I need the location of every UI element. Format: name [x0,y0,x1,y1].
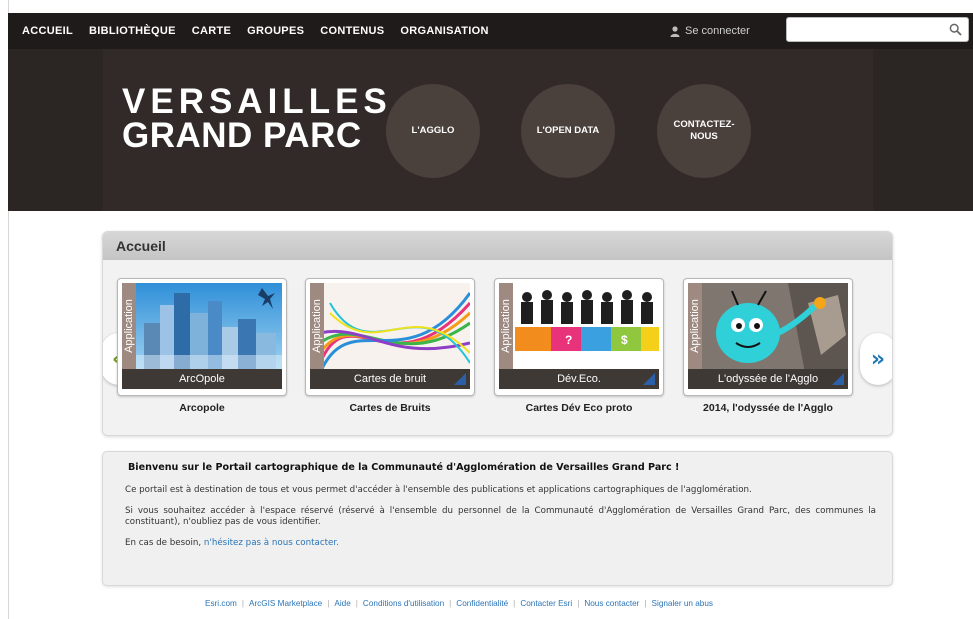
contact-button[interactable]: CONTACTEZ- NOUS [657,84,751,178]
thumbnail-caption: Dév.Eco. [499,369,659,389]
nav-links: ACCUEIL BIBLIOTHÈQUE CARTE GROUPES CONTE… [8,13,489,49]
application-label-strip: Application [688,283,702,369]
search-icon[interactable] [949,23,962,36]
search-box [786,17,969,42]
gallery-item-title[interactable]: 2014, l'odyssée de l'Agglo [673,402,863,414]
footer-link-contacter-esri[interactable]: Contacter Esri [520,599,572,608]
application-label-strip: Application [310,283,324,369]
gallery-item-odyssee[interactable]: Application L'odyssée de l'Agglo [683,278,853,396]
gallery-item-title[interactable]: Arcopole [107,402,297,414]
footer-link-confidentialite[interactable]: Confidentialité [456,599,508,608]
footer-link-marketplace[interactable]: ArcGIS Marketplace [249,599,322,608]
thumbnail-waves: Application Cartes de bruit [310,283,470,389]
footer-link-conditions[interactable]: Conditions d'utilisation [363,599,444,608]
gallery-item-title[interactable]: Cartes de Bruits [295,402,485,414]
logo-line-1: VERSAILLES [122,82,392,121]
search-input[interactable] [787,18,947,42]
open-data-button[interactable]: L'OPEN DATA [521,84,615,178]
gallery-item-arcopole[interactable]: Application ArcOpole [117,278,287,396]
svg-text:?: ? [565,333,572,347]
welcome-panel: Bienvenu sur le Portail cartographique d… [102,451,893,586]
thumbnail-caption: ArcOpole [122,369,282,389]
application-label-strip: Application [499,283,513,369]
caption-text: Dév.Eco. [557,373,601,385]
agglo-button[interactable]: L'AGGLO [386,84,480,178]
footer-links: Esri.com | ArcGIS Marketplace | Aide | Conditi… [205,599,713,608]
site-logo[interactable]: VERSAILLES GRAND PARC [122,82,392,155]
nav-link-contenus[interactable]: CONTENUS [320,25,384,37]
welcome-heading: Bienvenu sur le Portail cartographique d… [128,462,680,473]
footer-link-esri[interactable]: Esri.com [205,599,237,608]
thumbnail-caption: L'odyssée de l'Agglo [688,369,848,389]
gallery-panel: Accueil « [102,231,893,436]
gallery-item-cartes-de-bruit[interactable]: Application Cartes de bruit [305,278,475,396]
thumbnail-city: Application ArcOpole [122,283,282,389]
nav-link-groupes[interactable]: GROUPES [247,25,304,37]
sign-in-label: Se connecter [685,25,750,37]
nav-link-organisation[interactable]: ORGANISATION [400,25,488,37]
thumbnail-caption: Cartes de bruit [310,369,470,389]
nav-link-carte[interactable]: CARTE [192,25,231,37]
logo-line-2: GRAND PARC [122,116,362,155]
top-navigation: ACCUEIL BIBLIOTHÈQUE CARTE GROUPES CONTE… [8,13,973,49]
nav-link-accueil[interactable]: ACCUEIL [22,25,73,37]
gallery-title: Accueil [103,232,892,260]
svg-text:$: $ [621,333,628,347]
gallery-item-title[interactable]: Cartes Dév Eco proto [484,402,674,414]
caption-text: L'odyssée de l'Agglo [717,373,819,385]
application-label-strip: Application [122,283,136,369]
caption-text: ArcOpole [179,373,225,385]
contact-prefix: En cas de besoin, [125,537,204,548]
chevron-double-right-icon: » [870,346,886,372]
next-arrow-button[interactable]: » [860,333,892,385]
gallery-body: « [103,260,892,435]
footer-link-nous-contacter[interactable]: Nous contacter [584,599,639,608]
nav-link-bibliotheque[interactable]: BIBLIOTHÈQUE [89,25,176,37]
footer-link-aide[interactable]: Aide [334,599,350,608]
gallery-item-dev-eco[interactable]: ? $ Application Dév.Eco. [494,278,664,396]
sign-in-link[interactable]: Se connecter [670,13,750,49]
thumbnail-cartoon: Application L'odyssée de l'Agglo [688,283,848,389]
welcome-paragraph-1: Ce portail est à destination de tous et … [125,485,752,495]
footer-link-signaler-abus[interactable]: Signaler un abus [652,599,713,608]
contact-us-link[interactable]: n'hésitez pas à nous contacter. [204,538,339,548]
header-banner: VERSAILLES GRAND PARC L'AGGLO L'OPEN DAT… [8,49,973,211]
caption-text: Cartes de bruit [353,373,427,385]
welcome-paragraph-3: En cas de besoin, n'hésitez pas à nous c… [125,538,876,550]
thumbnail-business: ? $ Application Dév.Eco. [499,283,659,389]
user-icon [670,25,680,37]
welcome-paragraph-2: Si vous souhaitez accéder à l'espace rés… [125,505,876,528]
